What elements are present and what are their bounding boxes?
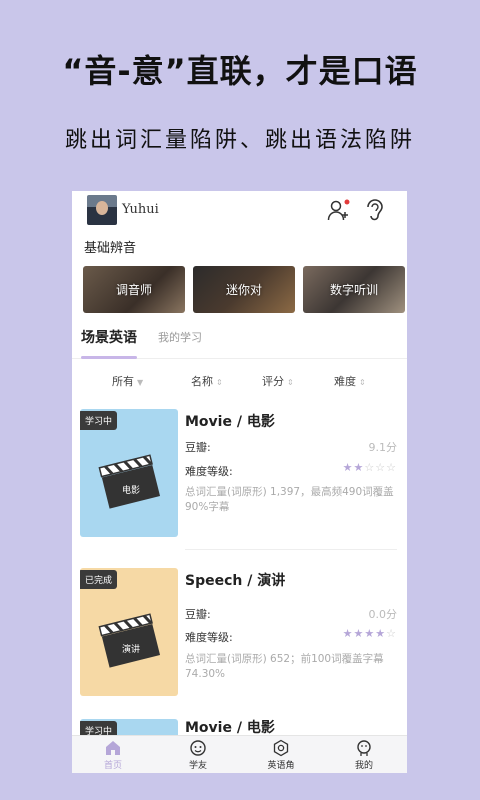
phone-screen: Yuhui 基础辨音 调音师 迷你对 数字听训 场景英语 我的学习 所有 ▼ 名称…	[72, 191, 407, 773]
item-title: Movie / 电影	[185, 414, 275, 430]
card-label: 数字听训	[329, 283, 378, 297]
filter-bar: 所有 ▼ 名称 ⇕ 评分 ⇕ 难度 ⇕	[72, 369, 407, 393]
difficulty-stars: ★★☆☆☆	[342, 461, 397, 474]
card-minimal-pairs[interactable]: 迷你对	[193, 266, 295, 313]
ear-icon[interactable]	[362, 197, 386, 223]
filter-rating[interactable]: 评分 ⇕	[262, 373, 294, 389]
card-number-listening[interactable]: 数字听训	[303, 266, 405, 313]
item-title: Speech / 演讲	[185, 573, 286, 589]
card-label: 调音师	[115, 283, 152, 297]
tab-my-study[interactable]: 我的学习	[158, 329, 202, 345]
sort-icon: ⇕	[359, 378, 366, 387]
difficulty-label: 难度等级:	[185, 631, 233, 644]
rating-value: 0.0分	[368, 608, 398, 621]
friends-icon	[190, 740, 206, 756]
list-item[interactable]: 学习中 电影 Movie / 电影 豆瓣: 9.1分 难度等级: ★★☆☆☆ 总…	[72, 409, 407, 549]
top-bar: Yuhui	[72, 191, 407, 229]
divider	[185, 549, 397, 550]
home-icon	[106, 741, 120, 755]
promo-title: “音-意”直联，才是口语	[62, 52, 418, 90]
status-badge: 已完成	[80, 570, 118, 589]
list-item[interactable]: 学习中 Movie / 电影	[72, 719, 407, 735]
nav-friends[interactable]: 学友	[168, 739, 228, 771]
promo-subtitle: 跳出词汇量陷阱、跳出语法陷阱	[64, 128, 415, 153]
corner-icon	[273, 739, 289, 757]
username: Yuhui	[122, 202, 159, 217]
rating-label: 豆瓣:	[185, 441, 211, 454]
rating-label: 豆瓣:	[185, 608, 211, 621]
add-friend-icon[interactable]	[327, 198, 351, 222]
list-item[interactable]: 已完成 演讲 Speech / 演讲 豆瓣: 0.0分 难度等级: ★★★★☆ …	[72, 568, 407, 708]
tab-indicator	[81, 356, 137, 359]
tab-scene-english[interactable]: 场景英语	[81, 327, 137, 347]
filter-name[interactable]: 名称 ⇕	[191, 373, 223, 389]
card-tuner[interactable]: 调音师	[83, 266, 185, 313]
bottom-nav: 首页 学友 英语角 我的	[72, 735, 407, 773]
section-basic-pronunciation: 基础辨音	[84, 241, 137, 256]
difficulty-label: 难度等级:	[185, 465, 233, 478]
tab-bar: 场景英语 我的学习	[72, 319, 407, 359]
difficulty-stars: ★★★★☆	[342, 627, 397, 640]
avatar[interactable]	[87, 195, 117, 225]
item-description: 总词汇量(词原形) 1,397，最高频490词覆盖90%字幕	[185, 486, 394, 513]
clapperboard-icon: 演讲	[98, 613, 161, 668]
item-title: Movie / 电影	[185, 720, 275, 735]
status-badge: 学习中	[80, 411, 118, 430]
card-label: 迷你对	[225, 283, 262, 297]
clapper-text: 演讲	[122, 643, 140, 655]
clapper-text: 电影	[122, 484, 140, 496]
sort-icon: ⇕	[216, 378, 223, 387]
rating-value: 9.1分	[368, 441, 398, 454]
sort-icon: ⇕	[287, 378, 294, 387]
item-description: 总词汇量(词原形) 652；前100词覆盖字幕74.30%	[185, 653, 384, 680]
item-thumbnail: 已完成 演讲	[80, 568, 178, 696]
nav-home[interactable]: 首页	[83, 739, 143, 771]
chevron-down-icon: ▼	[137, 378, 144, 387]
clapperboard-icon: 电影	[98, 454, 161, 509]
filter-difficulty[interactable]: 难度 ⇕	[334, 373, 366, 389]
filter-all[interactable]: 所有 ▼	[112, 373, 143, 389]
nav-profile[interactable]: 我的	[334, 739, 394, 771]
item-thumbnail: 学习中 电影	[80, 409, 178, 537]
nav-english-corner[interactable]: 英语角	[251, 739, 311, 771]
item-thumbnail: 学习中	[80, 719, 178, 735]
status-badge: 学习中	[80, 721, 118, 735]
profile-icon	[357, 740, 371, 756]
